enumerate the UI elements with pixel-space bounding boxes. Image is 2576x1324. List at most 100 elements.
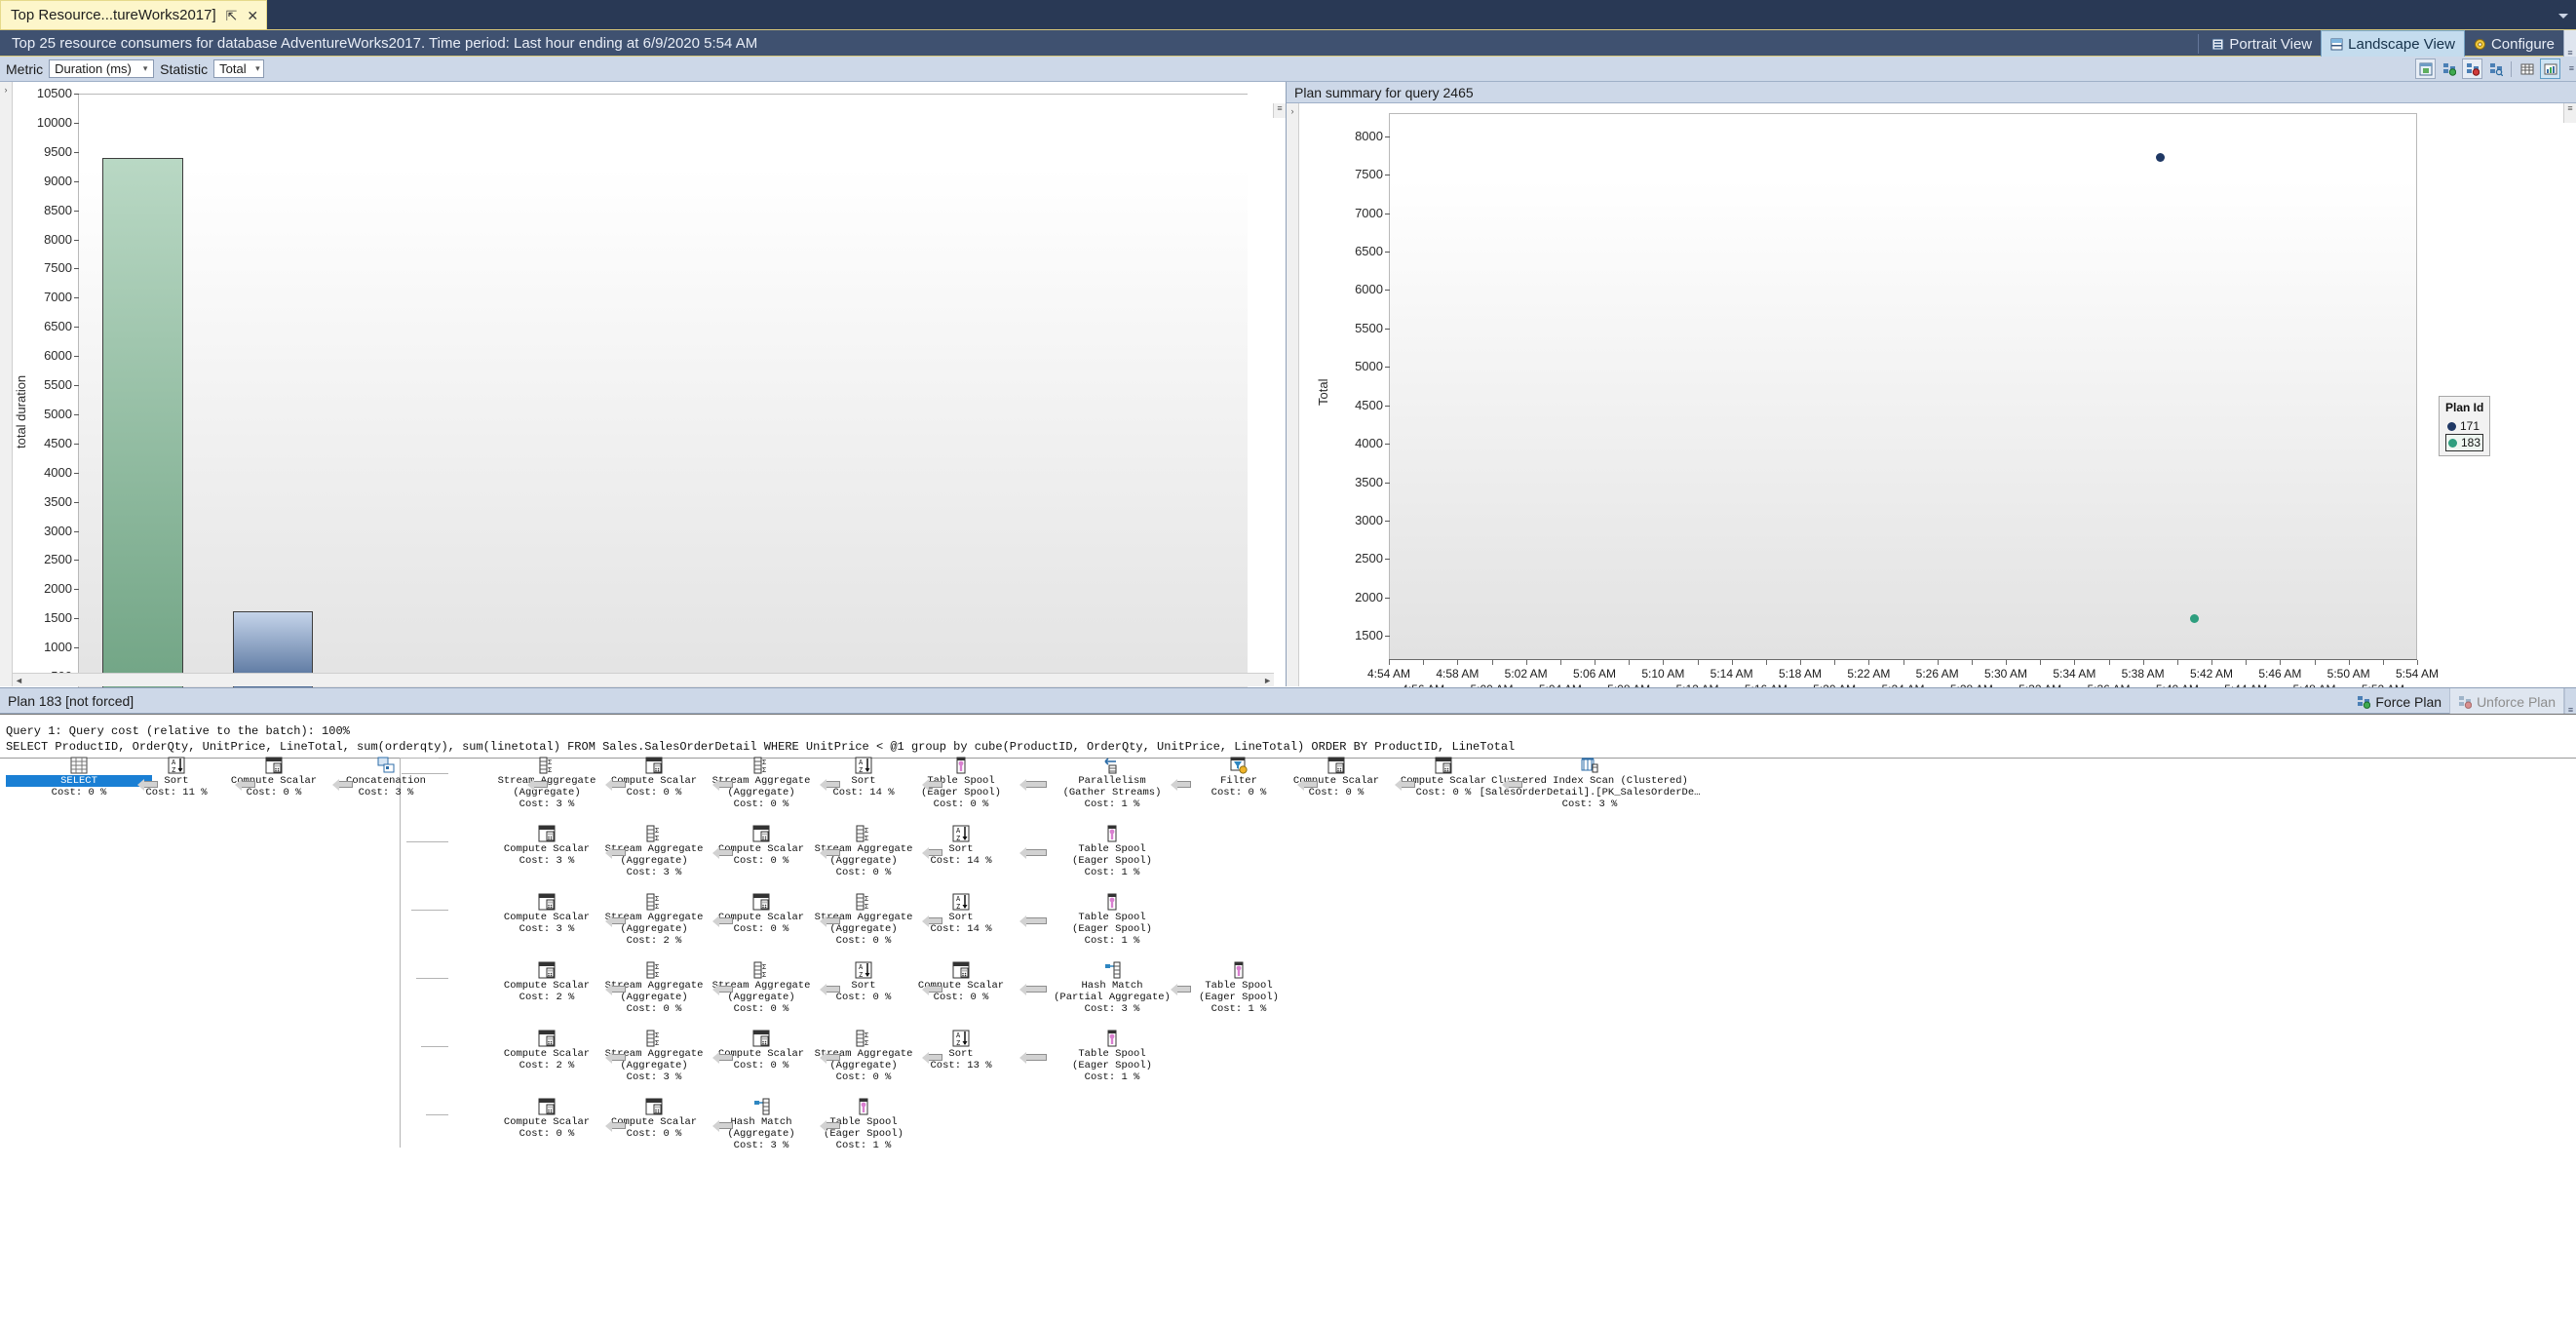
- plan-node-sort[interactable]: AZ Sort Cost: 13 %: [888, 1027, 1034, 1071]
- metric-label: Metric: [6, 60, 44, 77]
- plan-connector: [406, 841, 448, 842]
- bar-ytick: 10500: [36, 86, 72, 100]
- scatter-xtick-mark: [2280, 660, 2282, 665]
- plan-toolbar-overflow-icon[interactable]: ≡: [2564, 688, 2576, 715]
- force-plan-button[interactable]: Force Plan: [2349, 688, 2449, 715]
- plan-node-name: Parallelism: [1078, 775, 1146, 787]
- left-hscrollbar[interactable]: ◄ ►: [13, 673, 1274, 686]
- plan-node-parallelism[interactable]: Parallelism (Gather Streams) Cost: 1 %: [1039, 754, 1185, 810]
- left-vscroll-grip[interactable]: ≡: [1273, 103, 1286, 118]
- close-icon[interactable]: ✕: [247, 9, 258, 22]
- landscape-view-button[interactable]: Landscape View: [2321, 30, 2465, 58]
- plan-node-table-spool[interactable]: Table Spool (Eager Spool) Cost: 0 %: [888, 754, 1034, 810]
- svg-text:Σ: Σ: [762, 971, 766, 979]
- caption-text: Top 25 resource consumers for database A…: [12, 34, 758, 52]
- grid-view-button[interactable]: [2517, 58, 2537, 79]
- scatter-xtick: 5:46 AM: [2258, 667, 2302, 681]
- plan-node-table-spool[interactable]: Table Spool (Eager Spool) Cost: 1 %: [790, 1095, 937, 1151]
- scatter-xtick-mark: [1834, 660, 1836, 665]
- force-plan-button[interactable]: [2439, 58, 2459, 79]
- pin-icon[interactable]: ⇱: [226, 9, 238, 22]
- chart-view-button[interactable]: [2540, 58, 2560, 79]
- scatter-xtick-mark: [1937, 660, 1939, 665]
- plan-node-subtitle: (Eager Spool): [1072, 923, 1152, 935]
- plan-node-name: Table Spool: [829, 1116, 898, 1128]
- svg-text:Σ: Σ: [655, 903, 659, 911]
- sort-icon: AZ: [888, 1027, 1034, 1048]
- bar-2465[interactable]: [102, 157, 183, 706]
- scatter-ytick: 5500: [1355, 320, 1383, 335]
- statistic-select[interactable]: Total ▾: [213, 59, 265, 78]
- bar-ytick-mark: [74, 647, 79, 649]
- table-spool-icon: [888, 754, 1034, 775]
- plan-node-concatenation[interactable]: Concatenation Cost: 3 %: [313, 754, 459, 798]
- portrait-view-button[interactable]: Portrait View: [2203, 30, 2321, 58]
- plan-node-compute-scalar[interactable]: Compute Scalar Cost: 0 %: [888, 958, 1034, 1003]
- configure-button[interactable]: Configure: [2465, 30, 2563, 58]
- scatter-point-plan-171[interactable]: [2155, 153, 2165, 163]
- unforce-plan-button[interactable]: Unforce Plan: [2449, 688, 2564, 715]
- toolbar-overflow-icon[interactable]: ≡: [2569, 63, 2574, 73]
- scatter-xtick-mark: [2211, 660, 2212, 665]
- plan-node-hash-match[interactable]: Hash Match (Partial Aggregate) Cost: 3 %: [1039, 958, 1185, 1015]
- bar-ytick: 8000: [44, 231, 72, 247]
- chevron-down-icon[interactable]: [2558, 14, 2568, 19]
- plan-connector-arrow: [1019, 915, 1047, 927]
- plan-node-sort[interactable]: AZ Sort Cost: 14 %: [888, 822, 1034, 867]
- plan-node-cost: Cost: 3 %: [1084, 1003, 1140, 1015]
- plan-connector-trunk: [400, 758, 439, 1148]
- compare-plans-button[interactable]: [2485, 58, 2506, 79]
- plan-connector-arrow: [605, 779, 626, 791]
- bar-ytick-mark: [74, 122, 79, 124]
- plan-node-cost: Cost: 14 %: [930, 923, 992, 935]
- bar-chart-ylabel: total duration: [14, 374, 28, 448]
- plan-node-name: Table Spool: [1078, 843, 1146, 855]
- force-plan-label: Force Plan: [2375, 693, 2442, 710]
- divider: [2198, 34, 2200, 54]
- view-details-button[interactable]: [2415, 58, 2436, 79]
- right-vscroll-grip[interactable]: ≡: [2563, 103, 2576, 123]
- legend-item-183[interactable]: 183: [2445, 434, 2484, 451]
- plan-node-cost: Cost: 13 %: [930, 1060, 992, 1071]
- scatter-xtick: 4:58 AM: [1436, 667, 1480, 681]
- scatter-xtick-mark: [1731, 660, 1733, 665]
- statistic-label: Statistic: [160, 60, 209, 77]
- plan-connector-arrow: [1019, 847, 1047, 859]
- scatter-point-plan-183[interactable]: [2189, 613, 2199, 623]
- bar-ytick-mark: [74, 356, 79, 358]
- plan-node-sort[interactable]: AZ Sort Cost: 14 %: [888, 890, 1034, 935]
- plan-connector-arrow: [1019, 779, 1047, 791]
- plan-connector-arrow: [332, 779, 353, 791]
- plan-node-table-spool[interactable]: Table Spool (Eager Spool) Cost: 1 %: [1039, 822, 1185, 878]
- scatter-ytick: 4000: [1355, 436, 1383, 451]
- legend-color-swatch: [2448, 438, 2457, 448]
- plan-connector-arrow: [922, 847, 942, 859]
- plan-node-name: Sort: [948, 1048, 974, 1060]
- table-spool-icon: [1039, 1027, 1185, 1048]
- tab-label: Top Resource...tureWorks2017]: [11, 7, 216, 23]
- plan-node-table-spool[interactable]: Table Spool (Eager Spool) Cost: 1 %: [1039, 1027, 1185, 1083]
- bar-ytick-mark: [74, 151, 79, 153]
- plan-node-name: Compute Scalar: [917, 980, 1005, 992]
- plan-node-cost: Cost: 0 %: [933, 798, 989, 810]
- scroll-left-icon[interactable]: ◄: [15, 676, 23, 685]
- bar-ytick-mark: [74, 589, 79, 591]
- right-pane-expander[interactable]: ›: [1287, 103, 1299, 686]
- caption-scroll[interactable]: ≡: [2563, 30, 2576, 58]
- scatter-ytick: 7000: [1355, 205, 1383, 220]
- metric-select[interactable]: Duration (ms) ▾: [49, 59, 155, 78]
- scatter-xtick-mark: [2314, 660, 2316, 665]
- scatter-ytick-mark: [1385, 136, 1390, 137]
- plan-node-table-spool[interactable]: Table Spool (Eager Spool) Cost: 1 %: [1039, 890, 1185, 947]
- plan-id-legend: Plan Id 171 183: [2439, 396, 2491, 456]
- execution-plan-body[interactable]: Query 1: Query cost (relative to the bat…: [0, 714, 2576, 1324]
- unforce-plan-button[interactable]: [2462, 58, 2482, 79]
- bar-ytick-mark: [74, 530, 79, 532]
- left-pane-expander[interactable]: ›: [0, 82, 13, 686]
- tab-top-resource-consumers[interactable]: Top Resource...tureWorks2017] ⇱ ✕: [0, 0, 268, 29]
- plan-node-name: Table Spool: [927, 775, 995, 787]
- scatter-ytick: 6500: [1355, 243, 1383, 258]
- scatter-xtick-mark: [1903, 660, 1904, 665]
- scroll-right-icon[interactable]: ►: [1263, 676, 1272, 685]
- legend-item-171[interactable]: 171: [2445, 418, 2483, 434]
